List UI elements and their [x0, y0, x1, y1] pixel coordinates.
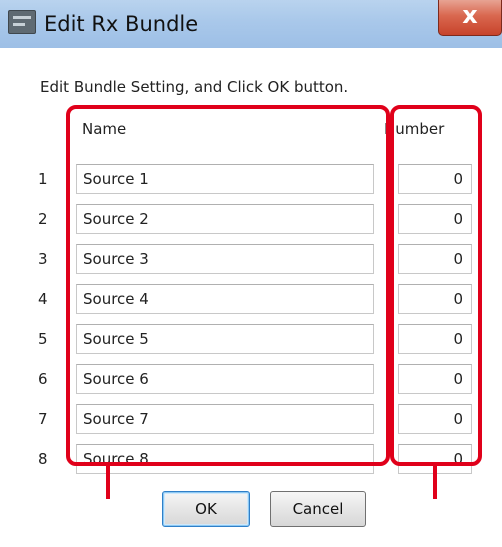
row-index: 4 [38, 290, 48, 308]
row-index: 1 [38, 170, 48, 188]
instruction-text: Edit Bundle Setting, and Click OK button… [40, 78, 349, 96]
number-column-highlight [390, 105, 482, 466]
ok-button[interactable]: OK [162, 491, 250, 527]
row-index: 5 [38, 330, 48, 348]
row-index: 8 [38, 450, 48, 468]
row-index: 2 [38, 210, 48, 228]
window-title: Edit Rx Bundle [44, 12, 199, 36]
row-index: 3 [38, 250, 48, 268]
row-index: 7 [38, 410, 48, 428]
name-callout-line [106, 466, 110, 499]
close-button[interactable]: x [438, 0, 502, 36]
close-icon: x [462, 1, 478, 29]
number-callout-line [433, 466, 437, 499]
title-bar: Edit Rx Bundle x [0, 0, 502, 49]
row-index: 6 [38, 370, 48, 388]
app-icon [8, 10, 36, 34]
name-column-highlight [66, 105, 390, 466]
cancel-button[interactable]: Cancel [270, 491, 366, 527]
